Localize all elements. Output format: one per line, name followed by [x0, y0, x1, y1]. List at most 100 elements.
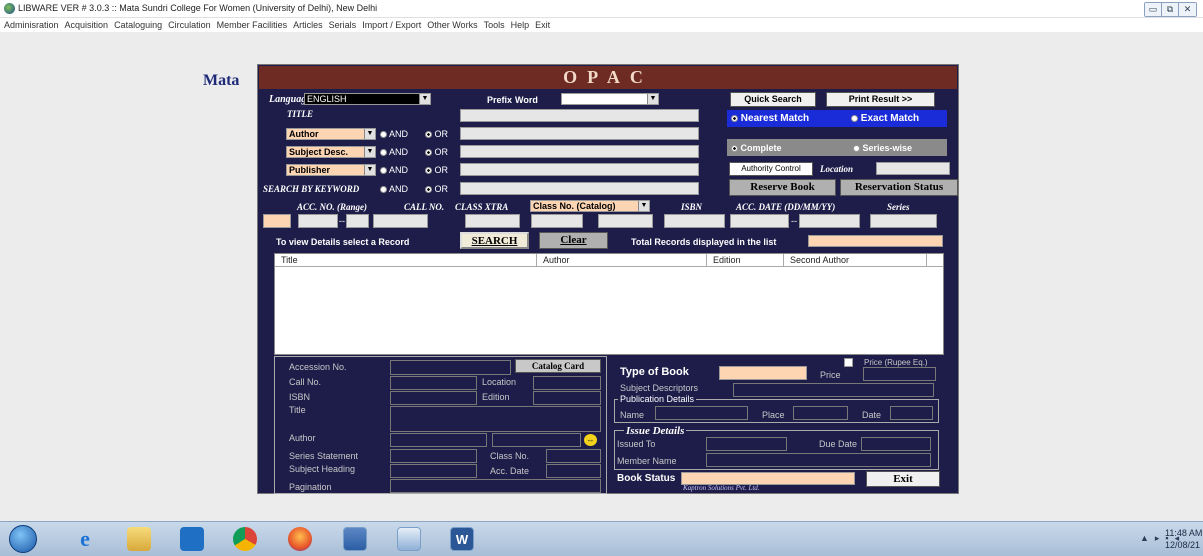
title-input[interactable] — [460, 109, 699, 122]
column-edition[interactable]: Edition — [707, 254, 784, 266]
libware-icon[interactable] — [343, 527, 367, 551]
search-button[interactable]: SEARCH — [460, 232, 529, 249]
author-lookup-icon[interactable]: ↔ — [584, 434, 597, 446]
start-button[interactable] — [9, 525, 37, 553]
menu-help[interactable]: Help — [511, 18, 530, 32]
menu-member-facilities[interactable]: Member Facilities — [217, 18, 288, 32]
column-second-author[interactable]: Second Author — [784, 254, 927, 266]
author-input[interactable] — [460, 127, 699, 140]
menu-serials[interactable]: Serials — [329, 18, 357, 32]
word-icon[interactable]: W — [450, 527, 474, 551]
isbn-input[interactable] — [664, 214, 725, 228]
acc-no-range-label: ACC. NO. (Range) — [297, 202, 368, 212]
chevron-down-icon: ▼ — [364, 129, 375, 139]
publisher-input[interactable] — [460, 163, 699, 176]
acc-date-detail-label: Acc. Date — [490, 466, 530, 476]
clear-button[interactable]: Clear — [539, 232, 608, 249]
keyword-and-option[interactable]: AND — [380, 184, 408, 194]
series-wise-option[interactable]: Series-wise — [853, 143, 912, 153]
series-input[interactable] — [870, 214, 937, 228]
pub-name-label: Name — [620, 410, 645, 420]
screen-icon[interactable] — [397, 527, 421, 551]
keyword-input[interactable] — [460, 182, 699, 195]
type-of-book-field — [719, 366, 807, 380]
background-college-title: Mata — [203, 72, 240, 89]
outlook-icon[interactable] — [180, 527, 204, 551]
print-result-button[interactable]: Print Result >> — [826, 92, 935, 107]
exit-button[interactable]: Exit — [866, 471, 940, 487]
column-title[interactable]: Title — [275, 254, 537, 266]
isbn-label: ISBN — [681, 202, 703, 212]
exact-match-option[interactable]: Exact Match — [851, 113, 919, 124]
subject-descriptors-field — [733, 383, 934, 397]
menu-adminisration[interactable]: Adminisration — [4, 18, 59, 32]
minimize-icon[interactable]: ▭ — [1145, 3, 1162, 16]
authority-control-button[interactable]: Authority Control — [729, 162, 813, 176]
total-records-field — [808, 235, 943, 247]
chrome-icon[interactable] — [233, 527, 257, 551]
subject-select[interactable]: Subject Desc. ▼ — [286, 146, 376, 158]
subject-input[interactable] — [460, 145, 699, 158]
subject-or-option[interactable]: OR — [425, 147, 448, 157]
location-field — [533, 376, 601, 390]
window-controls: ▭ ⧉ ✕ — [1144, 2, 1197, 17]
results-grid[interactable]: Title Author Edition Second Author — [274, 253, 944, 355]
subject-heading-field — [390, 464, 477, 478]
author-field — [390, 433, 487, 447]
edition-detail-label: Edition — [482, 392, 510, 402]
ie-icon[interactable]: e — [73, 527, 97, 551]
author-or-option[interactable]: OR — [425, 129, 448, 139]
clock-time[interactable]: 11:48 AM — [1165, 528, 1202, 538]
column-author[interactable]: Author — [537, 254, 707, 266]
menu-circulation[interactable]: Circulation — [168, 18, 211, 32]
pub-date-label: Date — [862, 410, 882, 420]
complete-option[interactable]: Complete — [731, 143, 782, 153]
publication-details-label: Publication Details — [618, 394, 697, 404]
nearest-match-option[interactable]: Nearest Match — [731, 113, 809, 124]
quick-search-button[interactable]: Quick Search — [730, 92, 816, 107]
publisher-or-option[interactable]: OR — [425, 165, 448, 175]
acc-date-from-input[interactable] — [730, 214, 789, 228]
menu-import-export[interactable]: Import / Export — [362, 18, 421, 32]
author-and-option[interactable]: AND — [380, 129, 408, 139]
firefox-icon[interactable] — [288, 527, 312, 551]
acc-to-input[interactable] — [346, 214, 369, 228]
class-no-input[interactable] — [531, 214, 583, 228]
menu-articles[interactable]: Articles — [293, 18, 323, 32]
radio-icon — [853, 145, 860, 153]
menu-tools[interactable]: Tools — [484, 18, 505, 32]
subject-and-option[interactable]: AND — [380, 147, 408, 157]
clock-date[interactable]: 12/08/21 — [1165, 540, 1200, 550]
acc-prefix-input[interactable] — [263, 214, 291, 228]
language-select[interactable]: ENGLISH ▼ — [304, 93, 431, 105]
series-statement-label: Series Statement — [289, 451, 359, 461]
call-no-input[interactable] — [373, 214, 428, 228]
menu-acquisition[interactable]: Acquisition — [65, 18, 109, 32]
close-icon[interactable]: ✕ — [1179, 3, 1196, 16]
location-input[interactable] — [876, 162, 950, 175]
call-no-field — [390, 376, 477, 390]
reservation-status-button[interactable]: Reservation Status — [840, 179, 958, 196]
title-label: TITLE — [287, 109, 313, 119]
acc-from-input[interactable] — [298, 214, 338, 228]
author-select[interactable]: Author ▼ — [286, 128, 376, 140]
menu-exit[interactable]: Exit — [535, 18, 550, 32]
keyword-or-option[interactable]: OR — [425, 184, 448, 194]
series-label: Series — [887, 202, 910, 212]
restore-icon[interactable]: ⧉ — [1162, 3, 1179, 16]
menu-other-works[interactable]: Other Works — [427, 18, 477, 32]
catalog-card-button[interactable]: Catalog Card — [515, 359, 601, 373]
publisher-and-option[interactable]: AND — [380, 165, 408, 175]
class-no-select[interactable]: Class No. (Catalog) ▼ — [530, 200, 650, 212]
due-date-field — [861, 437, 931, 451]
price-rupee-checkbox[interactable] — [844, 358, 853, 367]
reserve-book-button[interactable]: Reserve Book — [729, 179, 836, 196]
class-xtra-input[interactable] — [465, 214, 520, 228]
acc-date-to-input[interactable] — [799, 214, 860, 228]
prefix-word-select[interactable]: ▼ — [561, 93, 659, 105]
publisher-select[interactable]: Publisher ▼ — [286, 164, 376, 176]
class-no-input-2[interactable] — [598, 214, 653, 228]
menu-cataloguing[interactable]: Cataloguing — [114, 18, 162, 32]
folder-icon[interactable] — [127, 527, 151, 551]
member-name-field — [706, 453, 931, 467]
